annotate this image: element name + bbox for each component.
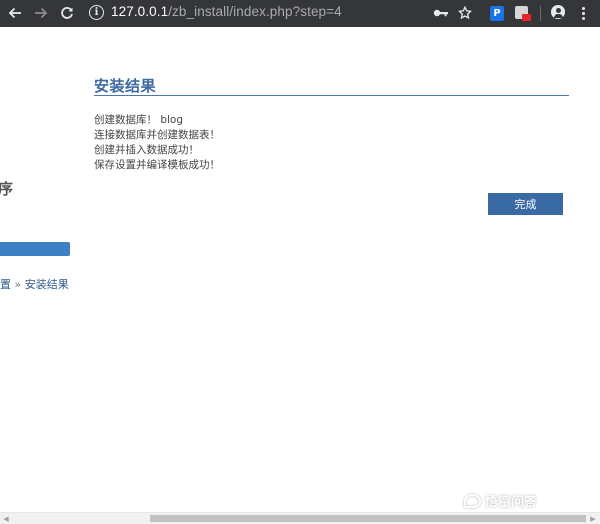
- result-message: 保存设置并编译模板成功！: [94, 159, 220, 171]
- profile-icon[interactable]: [551, 5, 565, 19]
- scrollbar-thumb[interactable]: [150, 515, 586, 522]
- browser-toolbar: i 127.0.0.1/zb_install/index.php?step=4 …: [0, 0, 600, 27]
- watermark-text: 悟空问答: [485, 495, 538, 510]
- url-host: 127.0.0.1: [111, 4, 169, 19]
- horizontal-scrollbar[interactable]: ◀ ▶: [0, 512, 600, 524]
- breadcrumb-prev-step: 置: [0, 278, 11, 291]
- back-arrow-icon[interactable]: [4, 2, 26, 24]
- title-divider: [94, 95, 569, 96]
- page-title: 安装结果: [94, 77, 157, 95]
- url-path: /zb_install/index.php?step=4: [168, 4, 342, 19]
- star-icon[interactable]: [454, 2, 476, 24]
- result-message: 连接数据库并创建数据表！: [94, 129, 220, 141]
- result-message: 创建并插入数据成功！: [94, 144, 199, 156]
- breadcrumb-separator: »: [14, 278, 22, 291]
- extension-icon[interactable]: [515, 6, 531, 21]
- result-message: 创建数据库！ blog: [94, 114, 184, 126]
- result-messages: 创建数据库！ blog 连接数据库并创建数据表！ 创建并插入数据成功！ 保存设置…: [94, 113, 220, 173]
- forward-arrow-icon[interactable]: [30, 2, 52, 24]
- toolbar-divider: [540, 6, 541, 21]
- breadcrumb: 置 » 安装结果: [0, 276, 69, 292]
- wukong-logo-icon: [464, 493, 481, 508]
- watermark: 悟空问答: [464, 491, 537, 510]
- done-button[interactable]: 完成: [488, 193, 563, 215]
- breadcrumb-current-step: 安装结果: [24, 278, 69, 291]
- menu-icon[interactable]: [577, 4, 589, 22]
- sidebar-title-fragment: 序: [0, 180, 14, 198]
- progress-bar: [0, 242, 70, 256]
- key-icon[interactable]: [430, 2, 452, 24]
- address-bar[interactable]: 127.0.0.1/zb_install/index.php?step=4: [111, 4, 342, 19]
- scroll-left-icon[interactable]: ◀: [1, 515, 11, 523]
- reload-icon[interactable]: [56, 2, 78, 24]
- extension-p-icon[interactable]: P: [490, 6, 504, 21]
- info-icon[interactable]: i: [89, 5, 104, 20]
- scroll-right-icon[interactable]: ▶: [588, 515, 598, 523]
